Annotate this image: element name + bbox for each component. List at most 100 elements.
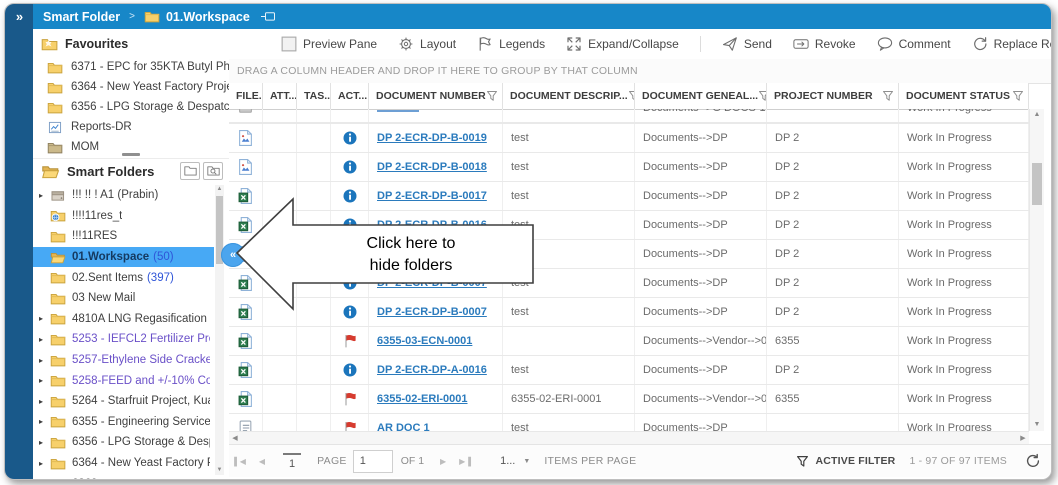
flag-icon[interactable] — [343, 392, 357, 406]
smart-folder-item[interactable]: ▸ 5257-Ethylene Side Cracker & Rev... — [33, 350, 214, 371]
toolbar-button[interactable]: Replace Ref. — [972, 36, 1052, 52]
smart-folder-item[interactable]: ▸ 6369 - ... — [33, 473, 214, 479]
table-row[interactable]: DP 2-ECR-DP-A-0016 test Documents-->DP D… — [229, 356, 1029, 385]
smart-folder-item[interactable]: ▸ 6364 - New Yeast Factory Project — [33, 453, 214, 474]
horizontal-scrollbar[interactable]: ◀ ▶ — [229, 431, 1029, 445]
scroll-down-icon[interactable]: ▼ — [1030, 419, 1044, 431]
document-number-link[interactable]: 6355-03-ECN-0001 — [377, 335, 472, 347]
table-row[interactable]: DP 2-ECR-DP-B-0007 test Documents-->DP D… — [229, 269, 1029, 298]
column-header[interactable]: DOCUMENT NUMBER — [369, 83, 503, 109]
rail-icon[interactable] — [10, 139, 28, 157]
column-header[interactable]: DOCUMENT STATUS — [899, 83, 1029, 109]
table-row[interactable]: 6355-03-ECN-0001 Documents-->Vendor-->03… — [229, 327, 1029, 356]
document-number-link[interactable]: DP 2-ECR-DP-B-0019 — [377, 132, 487, 144]
info-icon[interactable] — [343, 305, 357, 319]
scroll-thumb[interactable] — [1032, 163, 1042, 205]
refresh-icon[interactable] — [1025, 453, 1041, 469]
document-number-link[interactable]: DP 2-ECR-DP-B-0016 — [377, 219, 487, 231]
hide-folders-button[interactable]: « — [221, 243, 245, 267]
table-row[interactable]: DP 2-ECR-DP-B-0018 test Documents-->DP D… — [229, 153, 1029, 182]
breadcrumb-current-folder[interactable]: 01.Workspace — [166, 10, 250, 24]
vertical-scrollbar[interactable]: ▲ ▼ — [1029, 109, 1044, 431]
document-number-link[interactable]: DP 2-ECR-DP-B-0007 — [377, 306, 487, 318]
smart-folder-item[interactable]: ▸ 02.Sent Items (397) — [33, 267, 214, 288]
smart-folder-item[interactable]: ▸ 03 New Mail — [33, 288, 214, 309]
manage-folders-button[interactable] — [180, 162, 200, 180]
prev-page-button[interactable]: ◀ — [251, 457, 273, 466]
smart-folder-item[interactable]: ▸ 01.Workspace (50) — [33, 247, 214, 268]
column-header[interactable]: TAS... — [297, 83, 331, 109]
expand-arrow-icon[interactable]: ▸ — [39, 335, 48, 344]
items-per-page-value[interactable]: 1... — [500, 455, 515, 467]
panel-splitter[interactable] — [33, 151, 229, 159]
toolbar-button[interactable]: Comment — [877, 36, 951, 52]
rail-icon[interactable] — [10, 75, 28, 93]
scroll-up-icon[interactable]: ▲ — [215, 185, 224, 194]
expand-arrow-icon[interactable]: ▸ — [39, 397, 48, 406]
smart-folder-item[interactable]: ▸ 6355 - Engineering Services for Bu... — [33, 412, 214, 433]
info-icon[interactable] — [343, 363, 357, 377]
scroll-up-icon[interactable]: ▲ — [1030, 109, 1044, 121]
active-filter-button[interactable]: ACTIVE FILTER — [796, 455, 895, 468]
smart-folder-item[interactable]: ▸ 5258-FEED and +/-10% Cost Esti... — [33, 370, 214, 391]
smart-folder-item[interactable]: ▸ 4810A LNG Regasification Facilitie... — [33, 309, 214, 330]
smart-folder-item[interactable]: ▸ !!! !! ! A1 (Prabin) — [33, 185, 214, 206]
folder-search-button[interactable] — [203, 162, 223, 180]
table-row[interactable]: DP 2-ECR-DP-B-0019 test Documents-->DP D… — [229, 124, 1029, 153]
rail-icon[interactable] — [10, 203, 28, 221]
toolbar-button[interactable]: Revoke — [793, 36, 856, 52]
expand-arrow-icon[interactable]: ▸ — [39, 314, 48, 323]
funnel-icon[interactable] — [486, 90, 498, 102]
flag-icon[interactable] — [343, 334, 357, 348]
toolbar-button[interactable]: Preview Pane — [281, 36, 377, 52]
column-header[interactable]: DOCUMENT GENEAL... — [635, 83, 767, 109]
document-number-link[interactable]: DP 2-ECR-DP-A-0016 — [377, 364, 487, 376]
page-input[interactable] — [353, 450, 393, 473]
toolbar-button[interactable]: Legends — [477, 36, 545, 52]
expand-arrow-icon[interactable]: ▸ — [39, 417, 48, 426]
table-row[interactable]: 6355-02-ERI-0001 6355-02-ERI-0001 Docume… — [229, 385, 1029, 414]
toolbar-button[interactable]: Send — [722, 36, 772, 52]
expand-arrow-icon[interactable]: ▸ — [39, 376, 48, 385]
table-row[interactable]: DP 2-ECR-DP-B-0007 test Documents-->DP D… — [229, 298, 1029, 327]
document-number-link[interactable]: DP 2-ECR-DP-B-0007 — [377, 277, 487, 289]
favourite-item[interactable]: 6371 - EPC for 35KTA Butyl Phenol Pl... — [33, 57, 229, 77]
expand-arrow-icon[interactable]: ▸ — [39, 191, 48, 200]
funnel-icon[interactable] — [628, 90, 635, 102]
column-header[interactable]: DOCUMENT DESCRIP... — [503, 83, 635, 109]
funnel-icon[interactable] — [882, 90, 894, 102]
smart-folder-item[interactable]: ▸ !!!11RES — [33, 226, 214, 247]
scroll-down-icon[interactable]: ▼ — [215, 466, 224, 475]
document-number-link[interactable]: DP 2-ECR-DP-B-0011 — [377, 248, 486, 260]
first-page-button[interactable]: ▌◀ — [229, 457, 251, 466]
column-header[interactable]: ATT... — [263, 83, 297, 109]
table-row[interactable]: DP 2-ECR-DP-B-0016 test Documents-->DP D… — [229, 211, 1029, 240]
toolbar-button[interactable]: Expand/Collapse — [566, 36, 701, 52]
document-number-link[interactable]: DP 2-ECR-DP-B-0018 — [377, 161, 487, 173]
clipped-document-link[interactable] — [377, 109, 419, 112]
favourite-item[interactable]: 6364 - New Yeast Factory Project — [33, 77, 229, 97]
rail-icon[interactable] — [10, 107, 28, 125]
info-icon[interactable] — [343, 276, 357, 290]
items-per-page-select[interactable]: 1... ▼ — [500, 455, 538, 467]
funnel-icon[interactable] — [758, 90, 767, 102]
column-header[interactable]: PROJECT NUMBER — [767, 83, 899, 109]
smart-folder-item[interactable]: ▸ !!!!11res_t — [33, 206, 214, 227]
splitter-grip-icon[interactable] — [122, 153, 140, 156]
funnel-icon[interactable] — [1012, 90, 1024, 102]
info-icon[interactable] — [343, 189, 357, 203]
expand-arrow-icon[interactable]: ▸ — [39, 459, 48, 468]
pin-icon[interactable] — [260, 11, 276, 22]
rail-expand-icon[interactable]: » — [5, 4, 33, 29]
favourite-item[interactable]: Reports-DR — [33, 117, 229, 137]
last-page-button[interactable]: ▶▐ — [454, 457, 476, 466]
expand-arrow-icon[interactable]: ▸ — [39, 438, 48, 447]
expand-arrow-icon[interactable]: ▸ — [39, 356, 48, 365]
info-icon[interactable] — [343, 218, 357, 232]
group-by-bar[interactable]: DRAG A COLUMN HEADER AND DROP IT HERE TO… — [229, 59, 1051, 84]
rail-icon[interactable] — [10, 43, 28, 61]
next-page-button[interactable]: ▶ — [432, 457, 454, 466]
document-number-link[interactable]: 6355-02-ERI-0001 — [377, 393, 468, 405]
sidebar-scrollbar[interactable]: ▲ ▼ — [215, 185, 224, 475]
column-header[interactable]: FILE... — [229, 83, 263, 109]
